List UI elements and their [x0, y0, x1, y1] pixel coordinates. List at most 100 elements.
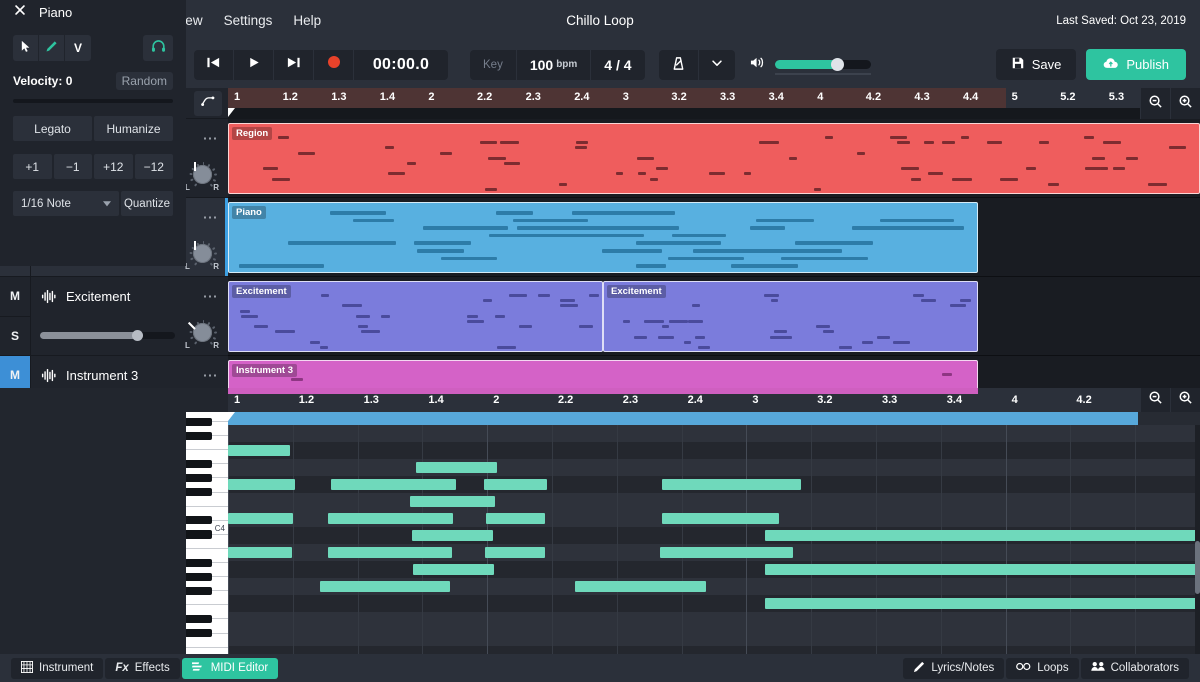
- track-pan-knob[interactable]: L R: [185, 240, 219, 272]
- bpm-field[interactable]: 100 bpm: [517, 49, 592, 80]
- track-pan-knob[interactable]: L R: [185, 319, 219, 351]
- clip-lane[interactable]: Excitement Excitement: [228, 277, 1200, 356]
- instrument-tab[interactable]: Instrument: [11, 657, 104, 679]
- arrangement-zoom-in-button[interactable]: [1170, 88, 1200, 119]
- piano-black-key[interactable]: [186, 530, 212, 539]
- audio-clip[interactable]: Excitement: [603, 281, 978, 352]
- piano-black-key[interactable]: [186, 474, 212, 483]
- clip-lane[interactable]: Region: [228, 119, 1200, 198]
- metronome-options-button[interactable]: [699, 50, 735, 80]
- piano-roll-keyboard[interactable]: C4C3: [186, 412, 228, 654]
- midi-note[interactable]: [410, 496, 495, 507]
- volume-handle[interactable]: [132, 329, 144, 341]
- save-button[interactable]: Save: [995, 49, 1077, 80]
- quantize-grid-select[interactable]: 1/16 Note: [13, 191, 119, 216]
- piano-roll-row[interactable]: [228, 612, 1200, 629]
- time-signature-field[interactable]: 4 / 4: [591, 50, 644, 80]
- track-options-button[interactable]: ⋯: [203, 210, 220, 225]
- time-display[interactable]: 00:00.0: [354, 50, 448, 80]
- midi-note[interactable]: [485, 547, 545, 558]
- quantize-button[interactable]: Quantize: [120, 191, 173, 216]
- select-tool-button[interactable]: [13, 35, 39, 61]
- publish-button[interactable]: Publish: [1086, 49, 1186, 80]
- piano-black-key[interactable]: [186, 558, 212, 567]
- piano-black-key[interactable]: [186, 459, 212, 469]
- audio-clip[interactable]: Piano: [228, 202, 978, 273]
- track-mute-button[interactable]: M: [0, 356, 30, 388]
- piano-roll-row[interactable]: [228, 459, 1200, 476]
- midi-note[interactable]: [575, 581, 706, 592]
- piano-roll-vertical-scrollbar[interactable]: [1195, 425, 1200, 654]
- key-selector[interactable]: Key: [470, 49, 517, 80]
- arrangement-playhead-handle[interactable]: [228, 108, 235, 117]
- midi-note[interactable]: [328, 547, 452, 558]
- skip-to-start-button[interactable]: [194, 49, 234, 80]
- midi-note[interactable]: [228, 513, 293, 524]
- midi-note[interactable]: [660, 547, 793, 558]
- midi-note[interactable]: [228, 445, 290, 456]
- transpose-up-1-button[interactable]: +1: [13, 154, 52, 179]
- clip-lane[interactable]: Piano: [228, 198, 1200, 277]
- volume-handle[interactable]: [830, 58, 844, 71]
- midi-note[interactable]: [412, 530, 493, 541]
- track-row[interactable]: M S Instrument 3 ⋯ L R: [0, 356, 228, 388]
- draw-tool-button[interactable]: [39, 35, 65, 61]
- piano-black-key[interactable]: [186, 629, 212, 638]
- midi-note[interactable]: [413, 564, 494, 575]
- track-row[interactable]: M S Excitement ⋯ L R: [0, 277, 228, 356]
- close-icon[interactable]: [13, 3, 27, 22]
- piano-black-key[interactable]: [186, 586, 212, 595]
- midi-note[interactable]: [486, 513, 545, 524]
- piano-roll-row[interactable]: [228, 425, 1200, 442]
- midi-note[interactable]: [484, 479, 547, 490]
- menu-item-help[interactable]: Help: [293, 13, 321, 28]
- piano-black-key[interactable]: [186, 431, 212, 440]
- midi-editor-tab[interactable]: MIDI Editor: [181, 657, 279, 679]
- midi-zoom-in-button[interactable]: [1170, 388, 1200, 412]
- arrangement-zoom-out-button[interactable]: [1140, 88, 1170, 119]
- midi-note[interactable]: [765, 530, 1200, 541]
- track-options-button[interactable]: ⋯: [203, 289, 220, 304]
- midi-note[interactable]: [228, 479, 295, 490]
- legato-button[interactable]: Legato: [13, 116, 92, 141]
- midi-note[interactable]: [765, 598, 1200, 609]
- collaborators-button[interactable]: Collaborators: [1080, 657, 1189, 679]
- midi-clip-bar[interactable]: [228, 412, 1138, 425]
- metronome-button[interactable]: [659, 49, 699, 80]
- midi-note[interactable]: [331, 479, 456, 490]
- piano-roll-row[interactable]: [228, 442, 1200, 459]
- piano-black-key[interactable]: [186, 516, 212, 525]
- loops-button[interactable]: Loops: [1006, 657, 1079, 679]
- effects-tab[interactable]: Fx Effects: [105, 657, 180, 679]
- clip-lane[interactable]: Instrument 3: [228, 356, 1200, 388]
- transpose-up-12-button[interactable]: +12: [94, 154, 133, 179]
- audio-clip[interactable]: Region: [228, 123, 1200, 194]
- midi-note[interactable]: [228, 547, 292, 558]
- humanize-button[interactable]: Humanize: [94, 116, 173, 141]
- transpose-down-12-button[interactable]: −12: [134, 154, 173, 179]
- track-solo-button[interactable]: S: [0, 317, 30, 356]
- piano-black-key[interactable]: [186, 615, 212, 624]
- midi-monitor-button[interactable]: [143, 35, 173, 61]
- midi-note[interactable]: [328, 513, 453, 524]
- scrollbar-thumb[interactable]: [1195, 541, 1200, 594]
- track-volume-slider[interactable]: [40, 329, 175, 341]
- piano-roll-row[interactable]: [228, 629, 1200, 646]
- velocity-slider[interactable]: [13, 99, 173, 103]
- track-options-button[interactable]: ⋯: [203, 368, 220, 383]
- automation-button[interactable]: [194, 91, 222, 116]
- audio-clip[interactable]: Instrument 3: [228, 360, 978, 388]
- midi-zoom-out-button[interactable]: [1140, 388, 1170, 412]
- audio-clip[interactable]: Excitement: [228, 281, 603, 352]
- midi-note[interactable]: [320, 581, 450, 592]
- midi-note[interactable]: [416, 462, 497, 473]
- piano-black-key[interactable]: [186, 417, 212, 426]
- midi-note[interactable]: [765, 564, 1200, 575]
- track-mute-button[interactable]: M: [0, 277, 30, 317]
- record-button[interactable]: [314, 49, 354, 80]
- lyrics-notes-button[interactable]: Lyrics/Notes: [903, 657, 1005, 679]
- piano-black-key[interactable]: [186, 488, 212, 497]
- midi-note[interactable]: [662, 513, 779, 524]
- piano-roll-ruler[interactable]: 11.21.31.422.22.32.433.23.33.444.24.3: [228, 388, 1200, 412]
- play-button[interactable]: [234, 49, 274, 80]
